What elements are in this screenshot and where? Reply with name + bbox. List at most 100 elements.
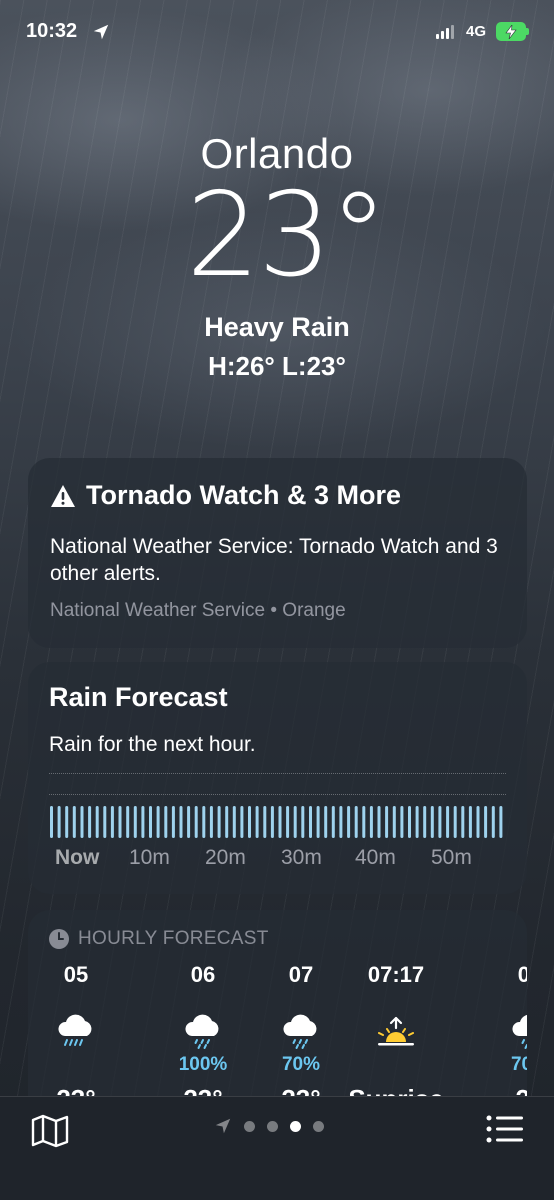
current-weather: Orlando 23° Heavy Rain H:26° L:23° xyxy=(0,130,554,382)
rain-bar xyxy=(461,806,465,838)
rain-bar xyxy=(491,806,495,838)
hourly-item: 06 100% 23° xyxy=(163,962,243,1115)
page-dot-active[interactable] xyxy=(290,1120,301,1132)
rain-bar xyxy=(392,806,396,838)
rain-time-axis: Now 10m 20m 30m 40m 50m xyxy=(55,846,515,872)
rain-forecast-description: Rain for the next hour. xyxy=(49,733,256,756)
hourly-forecast-label: HOURLY FORECAST xyxy=(78,928,269,949)
hourly-time: 07:17 xyxy=(367,962,425,987)
time-label-now: Now xyxy=(55,846,100,869)
rain-bar xyxy=(255,806,259,838)
rain-bar xyxy=(149,806,152,838)
hourly-precip: 70% xyxy=(281,1054,321,1075)
page-indicator[interactable] xyxy=(214,1117,324,1135)
battery-charging-icon xyxy=(496,22,529,41)
rain-bar xyxy=(72,806,76,838)
map-icon[interactable] xyxy=(30,1113,70,1149)
hourly-item: 08 70% 24 xyxy=(490,962,527,1115)
hourly-time: 05 xyxy=(63,962,89,987)
rain-forecast-card[interactable]: Rain Forecast Rain for the next hour. No… xyxy=(28,662,527,894)
rain-bar xyxy=(301,806,305,838)
time-label-20m: 20m xyxy=(205,846,246,869)
rain-bar xyxy=(362,806,366,838)
heavy-rain-icon xyxy=(36,1002,116,1052)
hourly-time: 08 xyxy=(517,962,527,987)
rain-bar xyxy=(179,806,183,838)
rain-bar xyxy=(95,806,99,838)
chart-mid-gridline xyxy=(49,794,506,795)
status-bar: 10:32 4G xyxy=(0,0,554,64)
rain-bar xyxy=(309,806,312,838)
hourly-item: 05 23° xyxy=(36,962,116,1115)
rain-bar xyxy=(453,806,457,838)
rain-bar xyxy=(65,806,69,838)
rain-bar xyxy=(103,806,107,838)
hourly-item: 07 70% 23° xyxy=(261,962,341,1115)
rain-bar xyxy=(369,806,373,838)
high-low-temperature: H:26° L:23° xyxy=(208,351,346,381)
rain-icon xyxy=(261,1002,341,1052)
rain-bar xyxy=(377,806,381,838)
hourly-item: 07:17 Sunrise xyxy=(348,962,444,1115)
chart-top-gridline xyxy=(49,773,506,774)
hourly-time: 06 xyxy=(190,962,216,987)
rain-icon xyxy=(163,1002,243,1052)
rain-bar xyxy=(88,806,92,838)
hourly-precip xyxy=(36,1054,116,1076)
page-dot[interactable] xyxy=(244,1120,255,1132)
bottom-toolbar xyxy=(0,1096,554,1200)
rain-intensity-bars xyxy=(50,806,503,838)
time-label-30m: 30m xyxy=(281,846,322,869)
rain-bar xyxy=(164,806,168,838)
rain-bar xyxy=(499,806,503,838)
rain-bar xyxy=(187,806,191,838)
clock-icon xyxy=(49,929,69,949)
rain-bar xyxy=(385,806,389,838)
network-type: 4G xyxy=(466,23,487,40)
severe-weather-alert-card[interactable]: Tornado Watch & 3 More National Weather … xyxy=(28,458,527,648)
rain-bar xyxy=(240,806,244,838)
rain-bar xyxy=(110,806,114,838)
rain-bar xyxy=(278,806,282,838)
rain-bar xyxy=(423,806,427,838)
rain-bar xyxy=(225,806,229,838)
alert-title-row: Tornado Watch & 3 More xyxy=(50,480,505,511)
rain-bar xyxy=(347,806,351,838)
current-temperature: 23° xyxy=(186,168,388,303)
hourly-precip: 70% xyxy=(510,1054,527,1075)
rain-bar xyxy=(354,806,358,838)
time-label-50m: 50m xyxy=(431,846,472,869)
time-label-10m: 10m xyxy=(129,846,170,869)
rain-bar xyxy=(171,806,175,838)
hourly-precip: 100% xyxy=(178,1054,228,1075)
rain-bar xyxy=(270,806,274,838)
sunrise-icon xyxy=(348,1002,444,1052)
rain-bar xyxy=(126,806,130,838)
rain-bar xyxy=(484,806,488,838)
rain-bar xyxy=(202,806,206,838)
list-icon[interactable] xyxy=(485,1113,525,1145)
rain-bar xyxy=(217,806,221,838)
page-dot[interactable] xyxy=(313,1120,324,1132)
weather-condition: Heavy Rain xyxy=(204,312,350,342)
rain-bar xyxy=(232,806,236,838)
page-dot[interactable] xyxy=(267,1120,278,1132)
rain-bar xyxy=(248,806,251,838)
location-arrow-icon xyxy=(93,24,109,40)
rain-bar xyxy=(476,806,480,838)
rain-bar xyxy=(468,806,472,838)
rain-bar xyxy=(118,806,122,838)
rain-bar xyxy=(286,806,290,838)
warning-triangle-icon xyxy=(51,484,75,507)
time-label-40m: 40m xyxy=(355,846,396,869)
rain-bar xyxy=(80,806,84,838)
rain-bar xyxy=(156,806,160,838)
hourly-precip xyxy=(348,1054,444,1076)
alert-title: Tornado Watch & 3 More xyxy=(86,480,402,510)
hourly-time: 07 xyxy=(288,962,314,987)
status-time: 10:32 xyxy=(26,20,78,42)
rain-bar xyxy=(415,806,419,838)
hourly-forecast-header: HOURLY FORECAST xyxy=(48,928,507,950)
rain-bar xyxy=(400,806,404,838)
alert-source: National Weather Service • Orange xyxy=(50,599,346,621)
